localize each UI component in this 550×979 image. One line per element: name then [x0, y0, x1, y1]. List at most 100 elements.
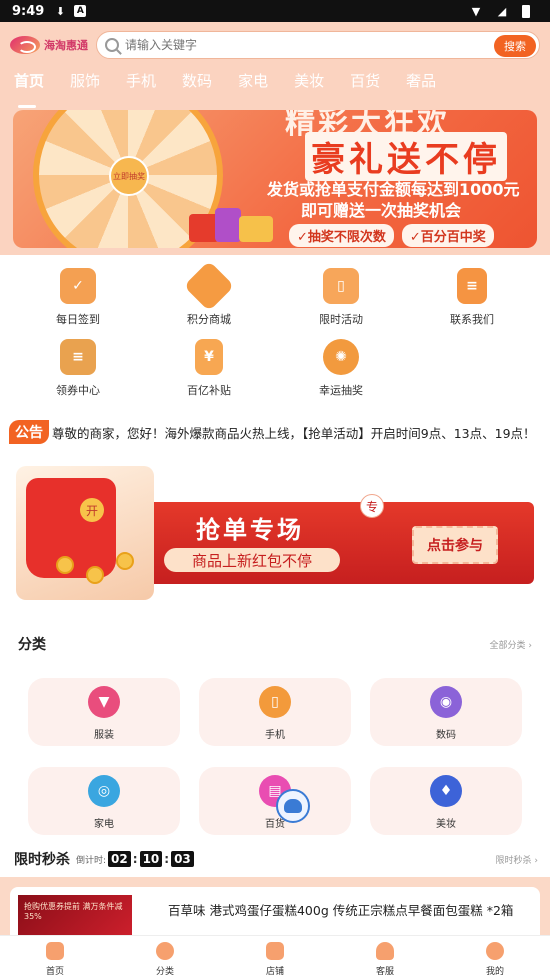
- nav-store[interactable]: 店铺: [220, 936, 330, 979]
- tab-appliances[interactable]: 家电: [238, 70, 268, 100]
- search-button[interactable]: 搜索: [494, 35, 536, 57]
- search-bar[interactable]: 搜索: [96, 31, 540, 59]
- nav-label: 客服: [375, 967, 394, 977]
- status-bar: 9:49 ⬇ A ▼ ◢: [0, 0, 550, 22]
- bottom-nav: 首页 分类 店铺 客服 我的: [0, 935, 550, 979]
- tab-home[interactable]: 首页: [14, 70, 44, 108]
- flash-sale-more-label: 限时秒杀: [495, 855, 532, 866]
- tab-beauty[interactable]: 美妆: [294, 70, 324, 100]
- yen-icon: ¥: [195, 339, 223, 375]
- tab-digital[interactable]: 数码: [182, 70, 212, 100]
- quick-link-points-mall[interactable]: 积分商城: [154, 260, 264, 327]
- nav-service[interactable]: 客服: [330, 936, 440, 979]
- countdown-hours: 02: [108, 851, 131, 867]
- store-icon: [266, 942, 284, 960]
- quick-link-label: 积分商城: [187, 313, 231, 326]
- countdown-separator: :: [132, 852, 138, 866]
- category-card-digital[interactable]: ◉ 数码: [370, 678, 522, 746]
- logo-mark-icon: [10, 36, 40, 54]
- category-label: 家电: [94, 819, 114, 830]
- promo-title: 抢单专场: [196, 516, 304, 544]
- announcement-bar[interactable]: 公告 尊敬的商家，您好！海外爆款商品火热上线，【抢单活动】开启时间9点、13点、…: [9, 420, 550, 444]
- tab-general[interactable]: 百货: [350, 70, 380, 100]
- nav-label: 分类: [155, 967, 174, 977]
- quick-link-label: 限时活动: [319, 313, 363, 326]
- quick-link-label: 百亿补贴: [187, 384, 231, 397]
- nav-profile[interactable]: 我的: [440, 936, 550, 979]
- banner-line-2: 即可赠送一次抽奖机会: [301, 201, 462, 220]
- banner-tag-guaranteed: ✓百分百中奖: [401, 224, 494, 247]
- all-categories-label: 全部分类: [489, 640, 526, 651]
- category-label: 服装: [94, 730, 114, 741]
- status-time: 9:49: [12, 3, 45, 19]
- camera-icon: ◉: [430, 686, 462, 718]
- phone-icon: ▯: [259, 686, 291, 718]
- coupon-icon: ≡: [60, 339, 96, 375]
- countdown-separator: :: [164, 852, 170, 866]
- washer-icon: ◎: [88, 775, 120, 807]
- quick-link-coupons[interactable]: ≡ 领券中心: [23, 339, 133, 398]
- category-label: 美妆: [436, 819, 456, 830]
- nav-label: 店铺: [265, 967, 284, 977]
- category-card-general[interactable]: ▤ 百货: [199, 767, 351, 835]
- countdown-minutes: 10: [139, 851, 163, 867]
- banner-tags: ✓抽奖不限次数 ✓百分百中奖: [289, 224, 494, 247]
- contact-icon: ≡: [457, 268, 487, 304]
- nav-home[interactable]: 首页: [0, 936, 110, 979]
- quick-link-checkin[interactable]: ✓ 每日签到: [23, 268, 133, 327]
- coin-icon: [116, 552, 134, 570]
- wheel-icon: ✺: [323, 339, 359, 375]
- home-icon: [46, 942, 64, 960]
- quick-link-label: 每日签到: [56, 313, 100, 326]
- announcement-badge: 公告: [9, 420, 49, 444]
- tab-clothing[interactable]: 服饰: [70, 70, 100, 100]
- category-card-beauty[interactable]: ♦ 美妆: [370, 767, 522, 835]
- logo-text: 海淘惠通: [44, 39, 88, 52]
- service-icon: [376, 942, 394, 960]
- quick-link-label: 幸运抽奖: [319, 384, 363, 397]
- search-input[interactable]: [125, 38, 539, 52]
- search-icon: [105, 38, 119, 52]
- shirt-icon: ▼: [88, 686, 120, 718]
- product-card[interactable]: 抢购优惠券提前 满万条件减35% 百草味 港式鸡蛋仔蛋糕400g 传统正宗糕点早…: [10, 887, 540, 935]
- promo-subtitle: 商品上新红包不停: [164, 548, 340, 572]
- category-section-header: 分类 全部分类 ›: [18, 632, 532, 656]
- category-label: 手机: [265, 730, 285, 741]
- nav-category[interactable]: 分类: [110, 936, 220, 979]
- banner-tag-unlimited: ✓抽奖不限次数: [289, 224, 394, 247]
- status-right: ▼ ◢: [470, 4, 538, 18]
- category-card-appliances[interactable]: ◎ 家电: [28, 767, 180, 835]
- app-logo[interactable]: 海淘惠通: [10, 32, 88, 58]
- tab-luxury[interactable]: 奢品: [406, 70, 436, 100]
- envelope-seal: 开: [80, 498, 104, 522]
- coin-icon: [86, 566, 104, 584]
- category-icon: [156, 942, 174, 960]
- category-card-phones[interactable]: ▯ 手机: [199, 678, 351, 746]
- product-name[interactable]: 百草味 港式鸡蛋仔蛋糕400g 传统正宗糕点早餐面包蛋糕 *2箱: [168, 900, 513, 919]
- quick-link-subsidy[interactable]: ¥ 百亿补贴: [154, 339, 264, 398]
- product-thumbnail[interactable]: 抢购优惠券提前 满万条件减35%: [18, 895, 132, 935]
- quick-link-lucky-draw[interactable]: ✺ 幸运抽奖: [286, 339, 396, 398]
- banner-title-main: 豪礼送不停: [305, 132, 507, 181]
- customer-support-float-icon[interactable]: [276, 789, 310, 823]
- tab-phones[interactable]: 手机: [126, 70, 156, 100]
- quick-link-contact[interactable]: ≡ 联系我们: [417, 268, 527, 327]
- profile-icon: [486, 942, 504, 960]
- flash-sale-header: 限时秒杀 倒计时: 02 : 10 : 03 限时秒杀 ›: [14, 849, 538, 869]
- grab-order-banner[interactable]: 开 专 抢单专场 商品上新红包不停 点击参与: [16, 466, 534, 602]
- countdown-seconds: 03: [171, 851, 194, 867]
- header: 海淘惠通 搜索 首页 服饰 手机 数码 家电 美妆 百货 奢品 立即抽奖 精彩大…: [0, 22, 550, 255]
- lottery-banner[interactable]: 立即抽奖 精彩大狂欢 豪礼送不停 发货或抢单支付金额每达到1000元 即可赠送一…: [13, 110, 537, 248]
- quick-link-limited-event[interactable]: ▯ 限时活动: [286, 268, 396, 327]
- countdown-label: 倒计时:: [76, 855, 107, 866]
- announcement-text: 尊敬的商家，您好！海外爆款商品火热上线，【抢单活动】开启时间9点、13点、19点…: [52, 425, 536, 441]
- nav-label: 首页: [45, 967, 64, 977]
- all-categories-link[interactable]: 全部分类 ›: [490, 638, 532, 651]
- flash-sale-more-link[interactable]: 限时秒杀 ›: [496, 853, 538, 866]
- quick-links: ✓ 每日签到 积分商城 ▯ 限时活动 ≡ 联系我们 ≡ 领券中心 ¥ 百亿补贴 …: [0, 260, 550, 402]
- red-envelope-icon: 开: [16, 466, 154, 600]
- category-card-clothing[interactable]: ▼ 服装: [28, 678, 180, 746]
- join-button[interactable]: 点击参与: [412, 526, 498, 564]
- category-tabs: 首页 服饰 手机 数码 家电 美妆 百货 奢品: [0, 70, 550, 108]
- flash-sale-list: 抢购优惠券提前 满万条件减35% 百草味 港式鸡蛋仔蛋糕400g 传统正宗糕点早…: [0, 877, 550, 935]
